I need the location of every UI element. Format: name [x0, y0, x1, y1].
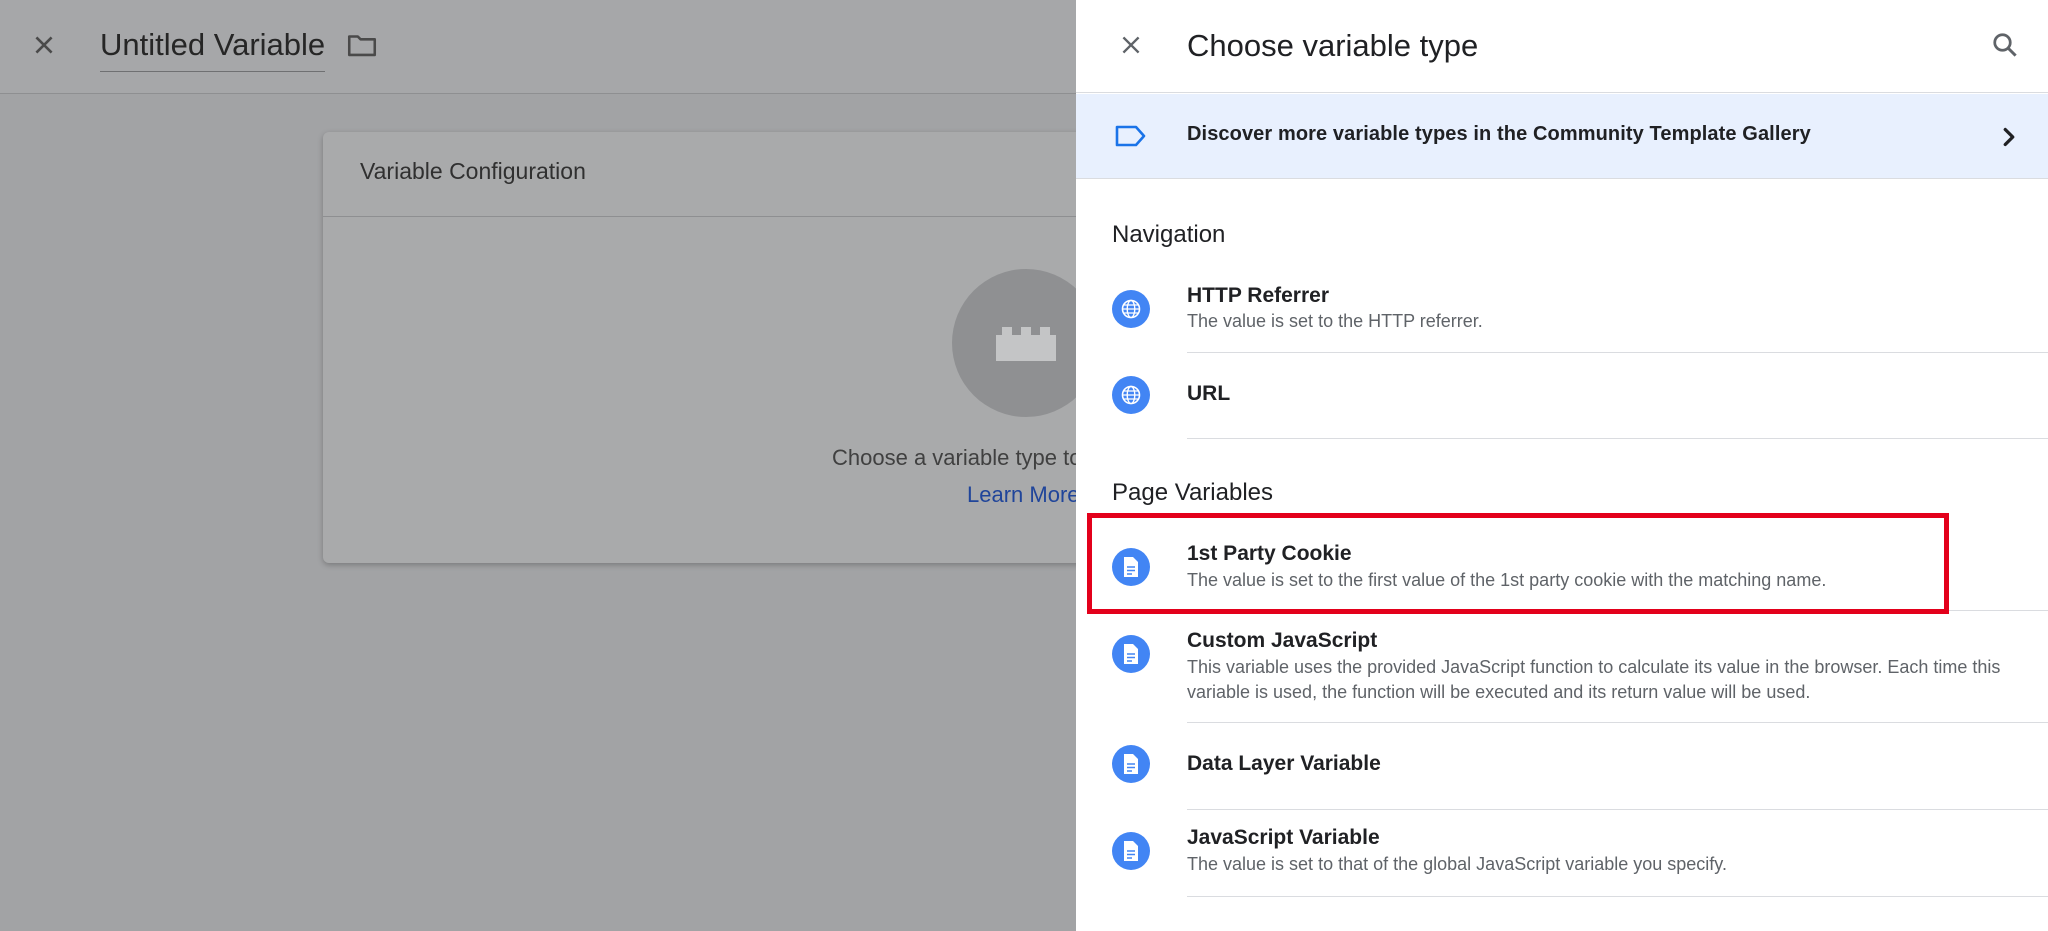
panel-header: Choose variable type: [1076, 0, 2048, 93]
search-button[interactable]: [1986, 26, 2024, 64]
section-heading-page-variables: Page Variables: [1112, 479, 1273, 506]
section-heading-navigation: Navigation: [1112, 221, 1226, 248]
document-icon: [1112, 635, 1150, 673]
learn-more-link[interactable]: Learn More: [967, 482, 1080, 508]
close-panel-button[interactable]: [1112, 26, 1150, 64]
close-icon: [35, 36, 53, 54]
item-description: The value is set to that of the global J…: [1187, 854, 1727, 874]
variable-type-1st-party-cookie[interactable]: 1st Party Cookie The value is set to the…: [1076, 540, 2048, 612]
panel-title: Choose variable type: [1187, 28, 1479, 63]
divider: [1187, 896, 2048, 897]
item-description: The value is set to the HTTP referrer.: [1187, 311, 1483, 331]
variable-type-data-layer-variable[interactable]: Data Layer Variable: [1076, 723, 2048, 810]
choose-variable-type-panel: Choose variable type Discover more varia…: [1076, 0, 2048, 931]
close-icon: [1122, 36, 1140, 54]
divider: [1187, 352, 2048, 353]
card-title: Variable Configuration: [360, 158, 586, 184]
variable-type-url[interactable]: URL: [1076, 354, 2048, 440]
variable-type-javascript-variable[interactable]: JavaScript Variable The value is set to …: [1076, 810, 2048, 897]
item-name: 1st Party Cookie: [1187, 542, 1352, 565]
community-gallery-banner[interactable]: Discover more variable types in the Comm…: [1076, 94, 2048, 179]
item-name: JavaScript Variable: [1187, 826, 1380, 849]
tag-icon: [1115, 125, 1146, 147]
folder-icon: [347, 35, 377, 57]
item-name: HTTP Referrer: [1187, 284, 1329, 307]
divider: [1187, 610, 2048, 611]
search-icon: [1993, 33, 2017, 57]
item-description: The value is set to the first value of t…: [1187, 570, 1827, 590]
globe-icon: [1112, 290, 1150, 328]
document-icon: [1112, 745, 1150, 783]
chevron-right-icon: [2003, 127, 2015, 147]
item-name: Custom JavaScript: [1187, 629, 1378, 652]
close-editor-button[interactable]: [26, 27, 62, 63]
variable-name-input[interactable]: Untitled Variable: [100, 24, 326, 72]
item-description: This variable uses the provided JavaScri…: [1187, 657, 2001, 702]
folder-button[interactable]: [345, 28, 381, 64]
choose-type-hint: Choose a variable type to: [832, 445, 1082, 470]
document-icon: [1112, 832, 1150, 870]
lego-block-icon: [996, 327, 1056, 361]
variable-type-http-referrer[interactable]: HTTP Referrer The value is set to the HT…: [1076, 280, 2048, 353]
item-name: Data Layer Variable: [1187, 752, 1381, 775]
variable-type-custom-javascript[interactable]: Custom JavaScript This variable uses the…: [1076, 612, 2048, 723]
item-name: URL: [1187, 382, 1231, 405]
gallery-banner-text: Discover more variable types in the Comm…: [1187, 123, 1811, 145]
divider: [1187, 438, 2048, 439]
globe-icon: [1112, 376, 1150, 414]
document-icon: [1112, 548, 1150, 586]
